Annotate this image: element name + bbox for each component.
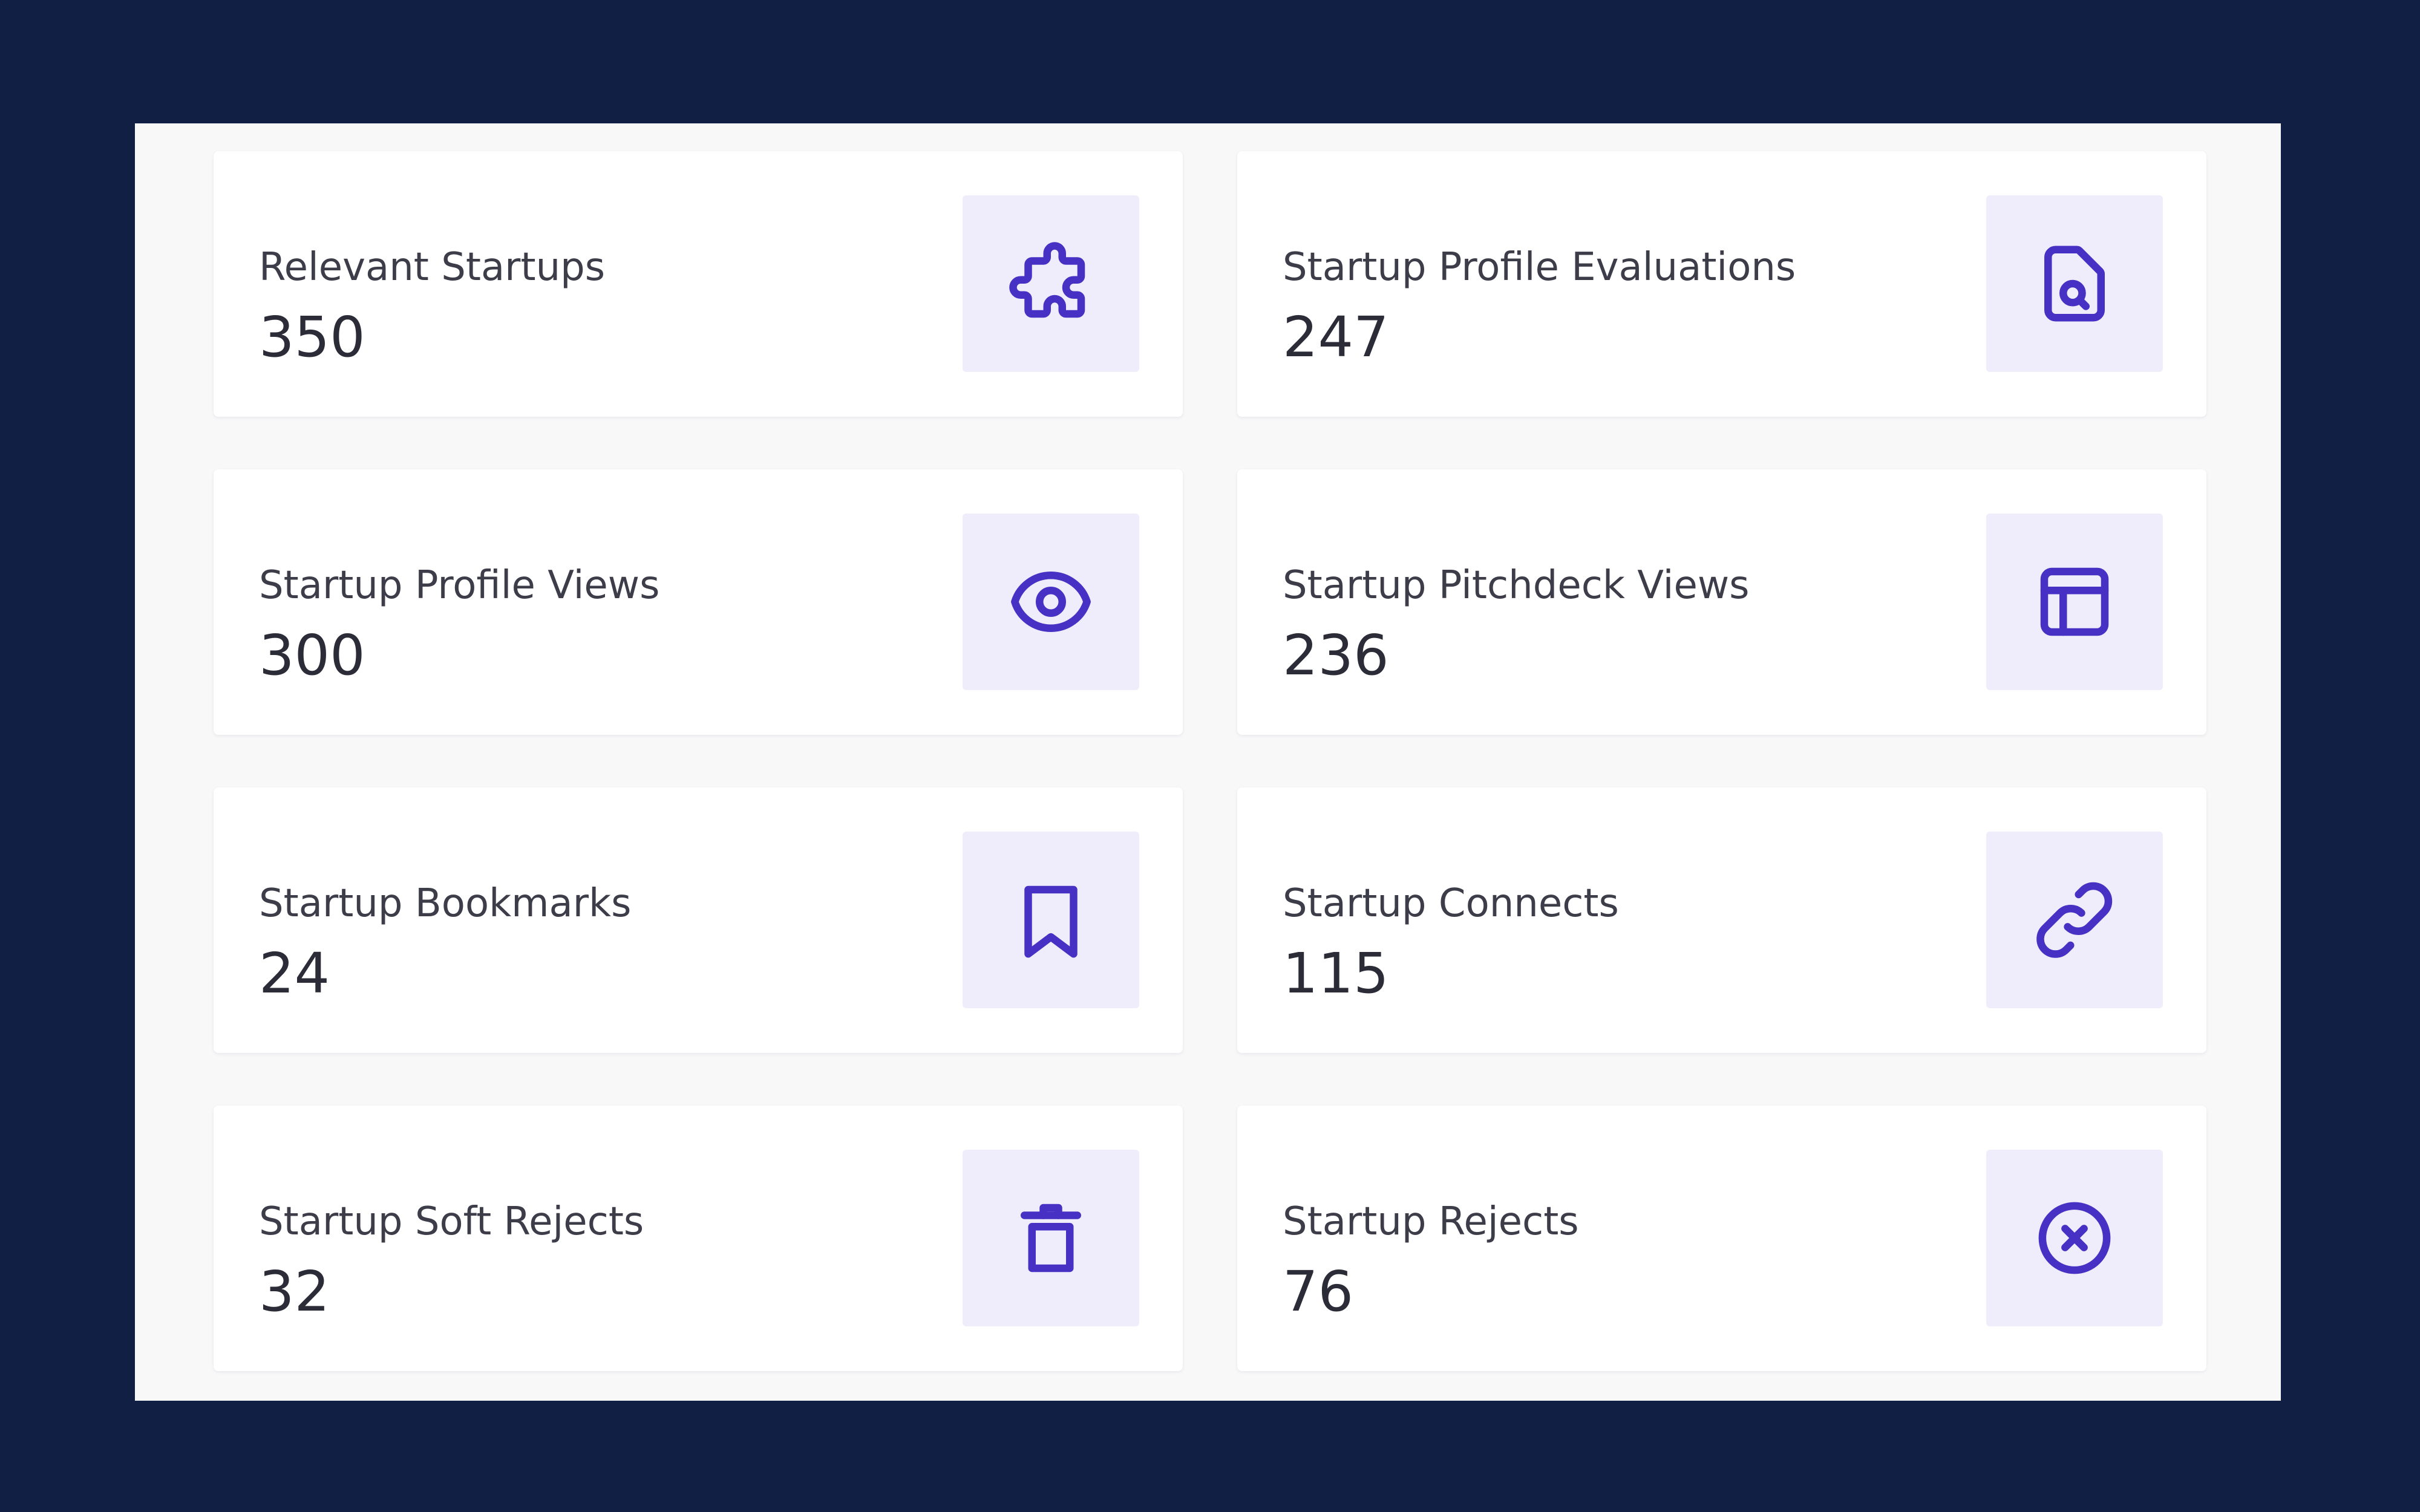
stat-card-rejects[interactable]: Startup Rejects 76	[1237, 1106, 2206, 1371]
stat-label: Startup Soft Rejects	[259, 1199, 644, 1244]
stat-value: 115	[1283, 941, 1389, 1006]
stat-value: 24	[259, 941, 330, 1006]
icon-tile	[963, 1150, 1139, 1326]
stat-card-connects[interactable]: Startup Connects 115	[1237, 787, 2206, 1053]
icon-tile	[963, 832, 1139, 1008]
stat-label: Startup Rejects	[1283, 1199, 1579, 1244]
layout-icon	[2040, 567, 2109, 636]
stats-panel: Relevant Startups 350 Startup Profile Ev…	[135, 123, 2281, 1401]
stat-value: 350	[259, 305, 365, 370]
stat-label: Startup Bookmarks	[259, 881, 632, 926]
stat-label: Startup Pitchdeck Views	[1283, 563, 1750, 608]
stat-card-profile-evaluations[interactable]: Startup Profile Evaluations 247	[1237, 151, 2206, 417]
icon-tile	[963, 513, 1139, 690]
stat-card-bookmarks[interactable]: Startup Bookmarks 24	[214, 787, 1183, 1053]
icon-tile	[1986, 513, 2163, 690]
stat-value: 76	[1283, 1259, 1354, 1324]
stat-value: 247	[1283, 305, 1389, 370]
bookmark-icon	[1024, 885, 1078, 958]
link-icon	[2036, 882, 2113, 958]
eye-icon	[1011, 572, 1091, 632]
icon-tile	[1986, 195, 2163, 372]
stat-label: Relevant Startups	[259, 245, 606, 290]
stat-value: 32	[259, 1259, 330, 1324]
icon-tile	[963, 195, 1139, 372]
icon-tile	[1986, 832, 2163, 1008]
stat-label: Startup Profile Evaluations	[1283, 245, 1796, 290]
trash-icon	[1021, 1204, 1081, 1272]
stat-label: Startup Connects	[1283, 881, 1619, 926]
stat-value: 236	[1283, 623, 1389, 688]
document-search-icon	[2044, 246, 2105, 322]
stat-card-profile-views[interactable]: Startup Profile Views 300	[214, 469, 1183, 735]
stat-card-pitchdeck-views[interactable]: Startup Pitchdeck Views 236	[1237, 469, 2206, 735]
puzzle-icon	[1009, 242, 1085, 318]
stat-card-relevant-startups[interactable]: Relevant Startups 350	[214, 151, 1183, 417]
x-circle-icon	[2038, 1202, 2111, 1274]
stat-value: 300	[259, 623, 365, 688]
stat-label: Startup Profile Views	[259, 563, 660, 608]
icon-tile	[1986, 1150, 2163, 1326]
stat-card-soft-rejects[interactable]: Startup Soft Rejects 32	[214, 1106, 1183, 1371]
